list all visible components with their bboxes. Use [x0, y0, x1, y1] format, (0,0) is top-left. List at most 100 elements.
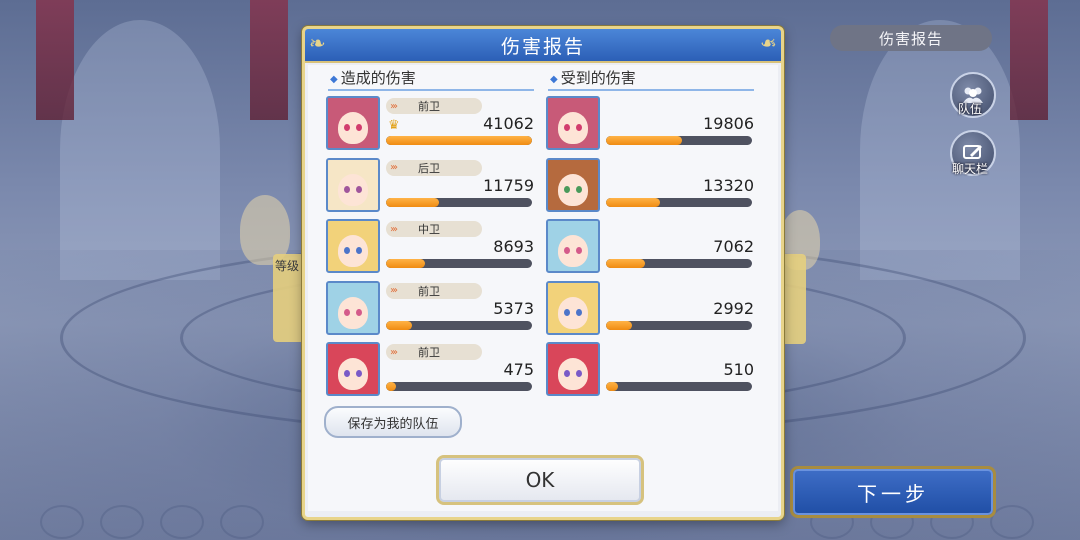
portrait-face [558, 358, 588, 390]
bg-arch [60, 20, 220, 280]
portrait-face [558, 296, 588, 329]
role-label: 前卫 [418, 100, 440, 113]
bg-tile [160, 505, 204, 539]
damage-value: 510 [723, 360, 754, 379]
damage-bar-fill [386, 382, 397, 391]
damage-bar [606, 320, 752, 330]
portrait-eye [344, 247, 350, 254]
diamond-bullet-icon: ◆ [550, 74, 558, 85]
taken-header-label: 受到的伤害 [560, 69, 636, 87]
crown-icon: ♛ [388, 118, 400, 133]
damage-bar [606, 136, 752, 145]
divider [328, 89, 534, 91]
portrait-face [338, 173, 368, 206]
damage-row: 7062 [546, 219, 756, 273]
damage-value: 475 [503, 360, 534, 379]
level-tag-label: 等级 [275, 259, 300, 273]
portrait-face [558, 173, 588, 206]
portrait-eye [356, 185, 362, 193]
damage-value: 19806 [703, 114, 754, 133]
corner-ornament-icon: ❧ [760, 31, 777, 55]
ok-button[interactable]: OK [436, 455, 644, 505]
bg-banner [36, 0, 74, 120]
portrait-eye [576, 185, 582, 193]
damage-bar-fill [386, 136, 532, 145]
character-portrait[interactable] [326, 157, 380, 212]
damage-bar [386, 259, 532, 268]
damage-report-header: 伤害报告 [830, 25, 992, 51]
dialog-title: 伤害报告 [305, 29, 781, 63]
dealt-header: ◆ 造成的伤害 [330, 67, 416, 88]
role-chevron-icon: ››› [390, 162, 398, 173]
damage-bar [606, 197, 752, 207]
dealt-header-label: 造成的伤害 [340, 69, 416, 87]
damage-bar [606, 259, 752, 268]
damage-bar-fill [606, 320, 633, 330]
role-badge: ››› 前卫 [386, 282, 482, 299]
role-badge: ››› 后卫 [386, 159, 482, 176]
character-portrait[interactable] [546, 280, 600, 335]
chat-button-label: 聊天栏 [952, 162, 989, 176]
portrait-face [558, 112, 588, 144]
role-label: 中卫 [418, 223, 440, 236]
bg-tile [100, 505, 144, 539]
portrait-face [338, 296, 368, 329]
bg-banner [1010, 0, 1048, 120]
role-label: 前卫 [418, 346, 440, 359]
portrait-eye [356, 308, 362, 316]
role-chevron-icon: ››› [390, 100, 398, 112]
damage-bar [386, 197, 532, 207]
portrait-eye [576, 124, 582, 131]
role-chevron-icon: ››› [390, 223, 398, 235]
damage-bar-fill [606, 382, 618, 391]
damage-row: 2992 [546, 280, 756, 335]
portrait-eye [576, 370, 582, 377]
damage-bar-fill [386, 197, 439, 207]
portrait-eye [564, 308, 570, 316]
role-label: 前卫 [418, 284, 440, 298]
character-portrait[interactable] [546, 96, 600, 150]
role-badge: ››› 前卫 [386, 98, 482, 114]
damage-value: 41062 [483, 114, 534, 133]
damage-bar-fill [386, 320, 413, 330]
portrait-eye [344, 308, 350, 316]
character-portrait[interactable] [546, 342, 600, 396]
role-badge: ››› 前卫 [386, 344, 482, 360]
damage-value: 8693 [493, 237, 534, 256]
save-as-my-team-button[interactable]: 保存为我的队伍 [324, 406, 462, 438]
portrait-eye [356, 247, 362, 254]
portrait-eye [356, 370, 362, 377]
next-step-button[interactable]: 下一步 [790, 466, 996, 518]
damage-value: 13320 [703, 175, 754, 195]
portrait-eye [564, 370, 570, 377]
character-portrait[interactable] [546, 219, 600, 273]
portrait-face [338, 112, 368, 144]
character-portrait[interactable] [546, 157, 600, 212]
damage-bar [606, 382, 752, 391]
damage-bar-fill [606, 259, 646, 268]
portrait-eye [564, 124, 570, 131]
damage-row: 13320 [546, 157, 756, 212]
damage-bar-fill [606, 197, 661, 207]
portrait-eye [344, 185, 350, 193]
damage-row: 19806 [546, 96, 756, 150]
divider [548, 89, 754, 91]
bg-tile [40, 505, 84, 539]
character-portrait[interactable] [326, 280, 380, 335]
taken-header: ◆ 受到的伤害 [550, 67, 636, 88]
portrait-eye [356, 124, 362, 131]
character-portrait[interactable] [326, 96, 380, 150]
portrait-eye [564, 247, 570, 254]
portrait-eye [576, 247, 582, 254]
damage-bar [386, 382, 532, 391]
damage-bar-fill [386, 259, 426, 268]
damage-row: ››› 前卫 5373 [326, 280, 536, 335]
bg-tile [990, 505, 1034, 539]
damage-value: 11759 [483, 175, 534, 195]
character-portrait[interactable] [326, 342, 380, 396]
damage-row: ››› 前卫 475 [326, 342, 536, 396]
portrait-face [338, 235, 368, 267]
character-portrait[interactable] [326, 219, 380, 273]
bg-banner [250, 0, 288, 120]
damage-bar [386, 136, 532, 145]
